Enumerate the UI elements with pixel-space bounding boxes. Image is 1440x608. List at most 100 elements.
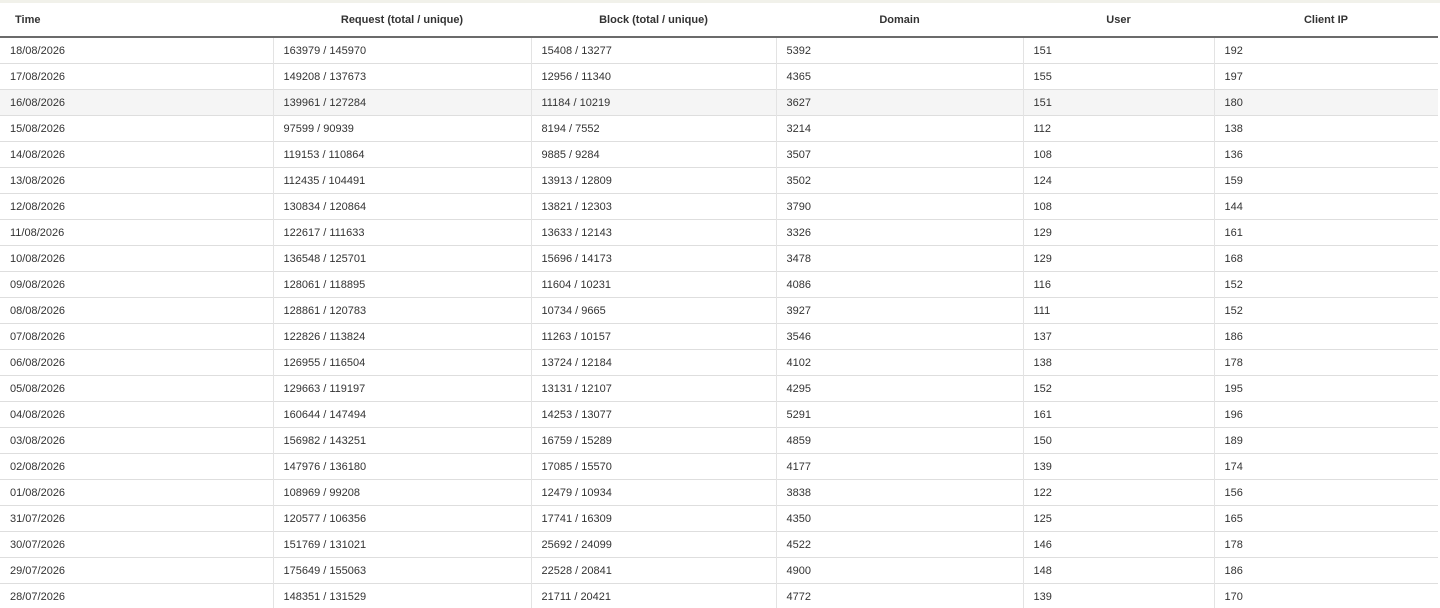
cell-block: 16759 / 15289 (530, 427, 776, 454)
cell-block: 11184 / 10219 (530, 89, 776, 116)
cell-domain: 4365 (775, 63, 1023, 90)
cell-user: 108 (1022, 141, 1214, 168)
cell-block: 11604 / 10231 (530, 271, 776, 298)
cell-client-ip: 192 (1213, 37, 1438, 64)
cell-client-ip: 189 (1213, 427, 1438, 454)
cell-request: 120577 / 106356 (272, 505, 531, 532)
cell-request: 119153 / 110864 (272, 141, 531, 168)
table-row[interactable]: 12/08/2026 130834 / 120864 13821 / 12303 37… (0, 193, 1438, 220)
cell-user: 151 (1022, 37, 1214, 64)
column-header-client-ip[interactable]: Client IP (1214, 3, 1438, 38)
table-row[interactable]: 17/08/2026 149208 / 137673 12956 / 11340 43… (0, 63, 1438, 90)
cell-time: 29/07/2026 (0, 557, 273, 584)
cell-client-ip: 178 (1213, 531, 1438, 558)
report-panel: Time Request (total / unique) Block (tot… (0, 0, 1440, 608)
cell-time: 07/08/2026 (0, 323, 273, 350)
cell-user: 150 (1022, 427, 1214, 454)
table-row[interactable]: 29/07/2026 175649 / 155063 22528 / 20841 49… (0, 557, 1438, 584)
cell-request: 175649 / 155063 (272, 557, 531, 584)
cell-client-ip: 168 (1213, 245, 1438, 272)
cell-user: 152 (1022, 375, 1214, 402)
table-row[interactable]: 02/08/2026 147976 / 136180 17085 / 15570 41… (0, 453, 1438, 480)
cell-block: 22528 / 20841 (530, 557, 776, 584)
cell-time: 01/08/2026 (0, 479, 273, 506)
table-row[interactable]: 01/08/2026 108969 / 99208 12479 / 10934 383… (0, 479, 1438, 506)
cell-domain: 3546 (775, 323, 1023, 350)
cell-client-ip: 152 (1213, 271, 1438, 298)
cell-client-ip: 136 (1213, 141, 1438, 168)
daily-stats-table: Time Request (total / unique) Block (tot… (0, 3, 1438, 608)
cell-user: 111 (1022, 297, 1214, 324)
table-row[interactable]: 14/08/2026 119153 / 110864 9885 / 9284 3507… (0, 141, 1438, 168)
header-row: Time Request (total / unique) Block (tot… (0, 3, 1438, 38)
table-row[interactable]: 15/08/2026 97599 / 90939 8194 / 7552 3214 11… (0, 115, 1438, 142)
table-row[interactable]: 08/08/2026 128861 / 120783 10734 / 9665 392… (0, 297, 1438, 324)
cell-time: 11/08/2026 (0, 219, 273, 246)
cell-client-ip: 156 (1213, 479, 1438, 506)
cell-request: 156982 / 143251 (272, 427, 531, 454)
cell-block: 13724 / 12184 (530, 349, 776, 376)
cell-domain: 3326 (775, 219, 1023, 246)
table-row[interactable]: 04/08/2026 160644 / 147494 14253 / 13077 52… (0, 401, 1438, 428)
cell-block: 10734 / 9665 (530, 297, 776, 324)
cell-request: 108969 / 99208 (272, 479, 531, 506)
cell-request: 148351 / 131529 (272, 583, 531, 608)
cell-domain: 3927 (775, 297, 1023, 324)
cell-request: 147976 / 136180 (272, 453, 531, 480)
cell-domain: 3790 (775, 193, 1023, 220)
cell-user: 125 (1022, 505, 1214, 532)
table-row[interactable]: 10/08/2026 136548 / 125701 15696 / 14173 34… (0, 245, 1438, 272)
cell-time: 12/08/2026 (0, 193, 273, 220)
cell-block: 13913 / 12809 (530, 167, 776, 194)
cell-request: 128861 / 120783 (272, 297, 531, 324)
column-header-request[interactable]: Request (total / unique) (273, 3, 531, 38)
cell-time: 28/07/2026 (0, 583, 273, 608)
column-header-time[interactable]: Time (0, 3, 273, 38)
cell-block: 25692 / 24099 (530, 531, 776, 558)
cell-block: 14253 / 13077 (530, 401, 776, 428)
cell-domain: 4350 (775, 505, 1023, 532)
column-header-domain[interactable]: Domain (776, 3, 1023, 38)
cell-request: 122826 / 113824 (272, 323, 531, 350)
cell-client-ip: 165 (1213, 505, 1438, 532)
cell-time: 15/08/2026 (0, 115, 273, 142)
cell-domain: 4102 (775, 349, 1023, 376)
cell-user: 129 (1022, 245, 1214, 272)
cell-user: 139 (1022, 453, 1214, 480)
cell-request: 160644 / 147494 (272, 401, 531, 428)
table-row[interactable]: 06/08/2026 126955 / 116504 13724 / 12184 41… (0, 349, 1438, 376)
cell-block: 13633 / 12143 (530, 219, 776, 246)
table-row[interactable]: 30/07/2026 151769 / 131021 25692 / 24099 45… (0, 531, 1438, 558)
cell-domain: 4295 (775, 375, 1023, 402)
cell-user: 116 (1022, 271, 1214, 298)
table-row[interactable]: 07/08/2026 122826 / 113824 11263 / 10157 35… (0, 323, 1438, 350)
cell-client-ip: 195 (1213, 375, 1438, 402)
cell-time: 14/08/2026 (0, 141, 273, 168)
table-row[interactable]: 09/08/2026 128061 / 118895 11604 / 10231 40… (0, 271, 1438, 298)
cell-request: 163979 / 145970 (272, 37, 531, 64)
cell-domain: 4086 (775, 271, 1023, 298)
table-row[interactable]: 13/08/2026 112435 / 104491 13913 / 12809 35… (0, 167, 1438, 194)
cell-domain: 4522 (775, 531, 1023, 558)
cell-user: 151 (1022, 89, 1214, 116)
table-row[interactable]: 31/07/2026 120577 / 106356 17741 / 16309 43… (0, 505, 1438, 532)
column-header-block[interactable]: Block (total / unique) (531, 3, 776, 38)
table-row[interactable]: 05/08/2026 129663 / 119197 13131 / 12107 42… (0, 375, 1438, 402)
cell-time: 03/08/2026 (0, 427, 273, 454)
cell-domain: 4859 (775, 427, 1023, 454)
cell-client-ip: 161 (1213, 219, 1438, 246)
table-row[interactable]: 16/08/2026 139961 / 127284 11184 / 10219 36… (0, 89, 1438, 116)
table-row[interactable]: 18/08/2026 163979 / 145970 15408 / 13277 53… (0, 37, 1438, 64)
table-row[interactable]: 28/07/2026 148351 / 131529 21711 / 20421 47… (0, 583, 1438, 608)
cell-client-ip: 186 (1213, 557, 1438, 584)
cell-user: 146 (1022, 531, 1214, 558)
cell-time: 13/08/2026 (0, 167, 273, 194)
cell-domain: 3627 (775, 89, 1023, 116)
cell-request: 151769 / 131021 (272, 531, 531, 558)
cell-request: 128061 / 118895 (272, 271, 531, 298)
table-row[interactable]: 03/08/2026 156982 / 143251 16759 / 15289 48… (0, 427, 1438, 454)
column-header-user[interactable]: User (1023, 3, 1214, 38)
cell-time: 08/08/2026 (0, 297, 273, 324)
cell-user: 122 (1022, 479, 1214, 506)
table-row[interactable]: 11/08/2026 122617 / 111633 13633 / 12143 33… (0, 219, 1438, 246)
